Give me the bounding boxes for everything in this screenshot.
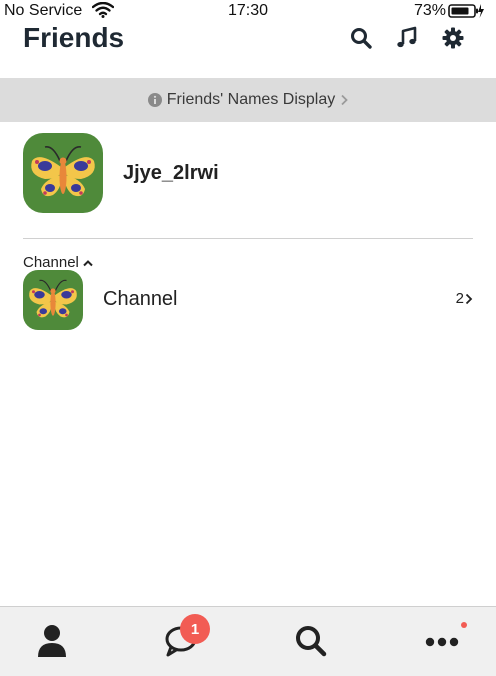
header: Friends <box>0 22 496 78</box>
tab-bar <box>0 606 496 676</box>
battery-icon <box>448 3 484 24</box>
butterfly-avatar-icon <box>31 145 95 197</box>
more-icon <box>425 634 459 652</box>
channel-avatar <box>23 270 83 330</box>
chevron-right-icon <box>340 94 348 106</box>
page-title: Friends <box>23 22 125 53</box>
channel-row[interactable]: Channel 2 <box>23 270 473 330</box>
tab-more[interactable] <box>420 621 464 665</box>
info-icon <box>147 93 162 107</box>
search-icon <box>349 26 373 55</box>
notification-dot <box>461 622 467 628</box>
music-note-icon <box>395 26 419 55</box>
search-icon <box>294 624 328 663</box>
butterfly-avatar-icon <box>29 279 77 318</box>
person-icon <box>37 624 67 663</box>
friends-names-display-bar[interactable]: Friends' Names Display <box>0 78 496 122</box>
chevron-right-icon <box>465 293 473 305</box>
section-header-label: Channel <box>23 254 79 271</box>
unread-badge: 1 <box>180 614 210 644</box>
battery-percent: 73% <box>413 2 446 19</box>
divider <box>23 238 473 239</box>
channel-count-value: 2 <box>455 290 464 307</box>
music-button[interactable] <box>393 26 421 54</box>
info-bar-label: Friends' Names Display <box>166 91 336 108</box>
tab-friends[interactable] <box>30 621 74 665</box>
channel-label: Channel <box>103 288 178 310</box>
my-profile-row[interactable]: Jjye_2lrwi <box>23 133 473 213</box>
settings-button[interactable] <box>439 26 467 54</box>
gear-icon <box>441 26 465 55</box>
channel-count: 2 <box>456 290 473 307</box>
avatar <box>23 133 103 213</box>
profile-name: Jjye_2lrwi <box>123 162 219 184</box>
chevron-up-icon <box>82 258 94 268</box>
channel-section-toggle[interactable]: Channel <box>23 254 94 271</box>
tab-search[interactable] <box>289 621 333 665</box>
search-button[interactable] <box>347 26 375 54</box>
status-bar: No Service 17:30 73% <box>0 0 496 22</box>
